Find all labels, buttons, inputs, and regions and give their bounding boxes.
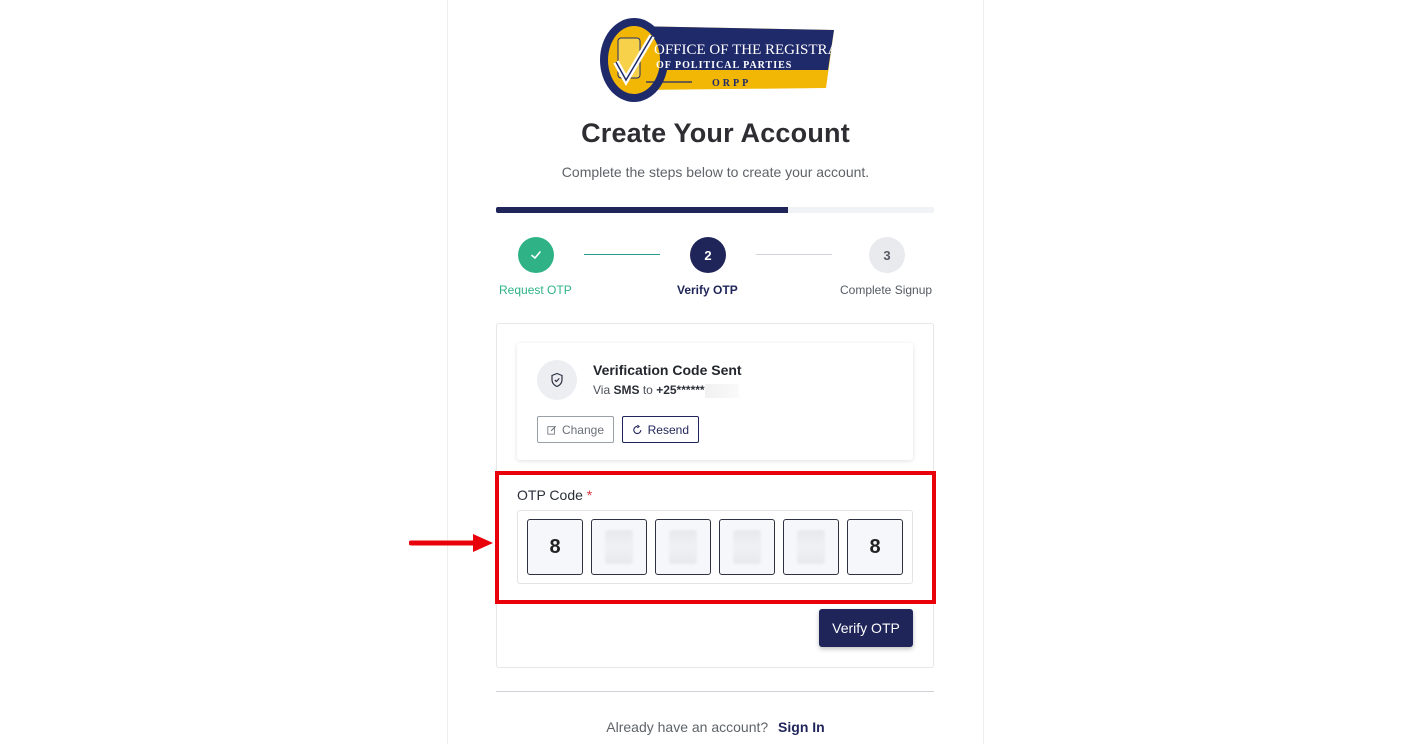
step-connector-1 [584, 254, 660, 255]
page-title: Create Your Account [581, 118, 850, 148]
logo-line1: OFFICE OF THE REGISTRAR [654, 42, 834, 58]
progress-fill [496, 207, 788, 213]
annotation-highlight-box [495, 471, 936, 604]
masked-phone: +25****** [656, 383, 705, 397]
orpp-logo: OFFICE OF THE REGISTRAR OF POLITICAL PAR… [600, 18, 834, 102]
verify-otp-button[interactable]: Verify OTP [819, 609, 913, 647]
progress-bar [496, 207, 934, 213]
footer: Already have an account? Sign In [447, 719, 984, 735]
annotation-arrow-icon [409, 534, 493, 552]
step-1-label: Request OTP [499, 283, 572, 297]
step-3-circle: 3 [869, 237, 905, 273]
shield-check-icon [551, 372, 563, 388]
change-button[interactable]: Change [537, 416, 614, 443]
edit-icon [547, 425, 557, 435]
change-label: Change [561, 422, 604, 437]
logo-line2: OF POLITICAL PARTIES [656, 60, 792, 71]
step-2-label: Verify OTP [677, 283, 738, 297]
to-word: to [642, 383, 653, 397]
channel-name: SMS [613, 383, 640, 397]
check-icon [531, 251, 541, 259]
sign-in-link[interactable]: Sign In [778, 719, 825, 735]
step-3-label: Complete Signup [840, 283, 933, 297]
via-prefix: Via [593, 383, 611, 397]
step-1-circle [518, 237, 554, 273]
step-2-circle: 2 [690, 237, 726, 273]
divider [496, 691, 934, 692]
signin-prompt: Already have an account? [606, 719, 769, 735]
resend-label: Resend [647, 422, 689, 437]
verification-subtext: Via SMS to +25****** [593, 383, 739, 398]
step-connector-2 [756, 254, 832, 255]
verification-title: Verification Code Sent [593, 362, 742, 378]
refresh-icon [633, 424, 642, 434]
logo-line3: ORPP [712, 78, 751, 89]
page-subtitle: Complete the steps below to create your … [561, 164, 870, 180]
redacted-phone-blur [704, 383, 739, 398]
shield-badge [537, 360, 577, 400]
resend-button[interactable]: Resend [622, 416, 699, 443]
